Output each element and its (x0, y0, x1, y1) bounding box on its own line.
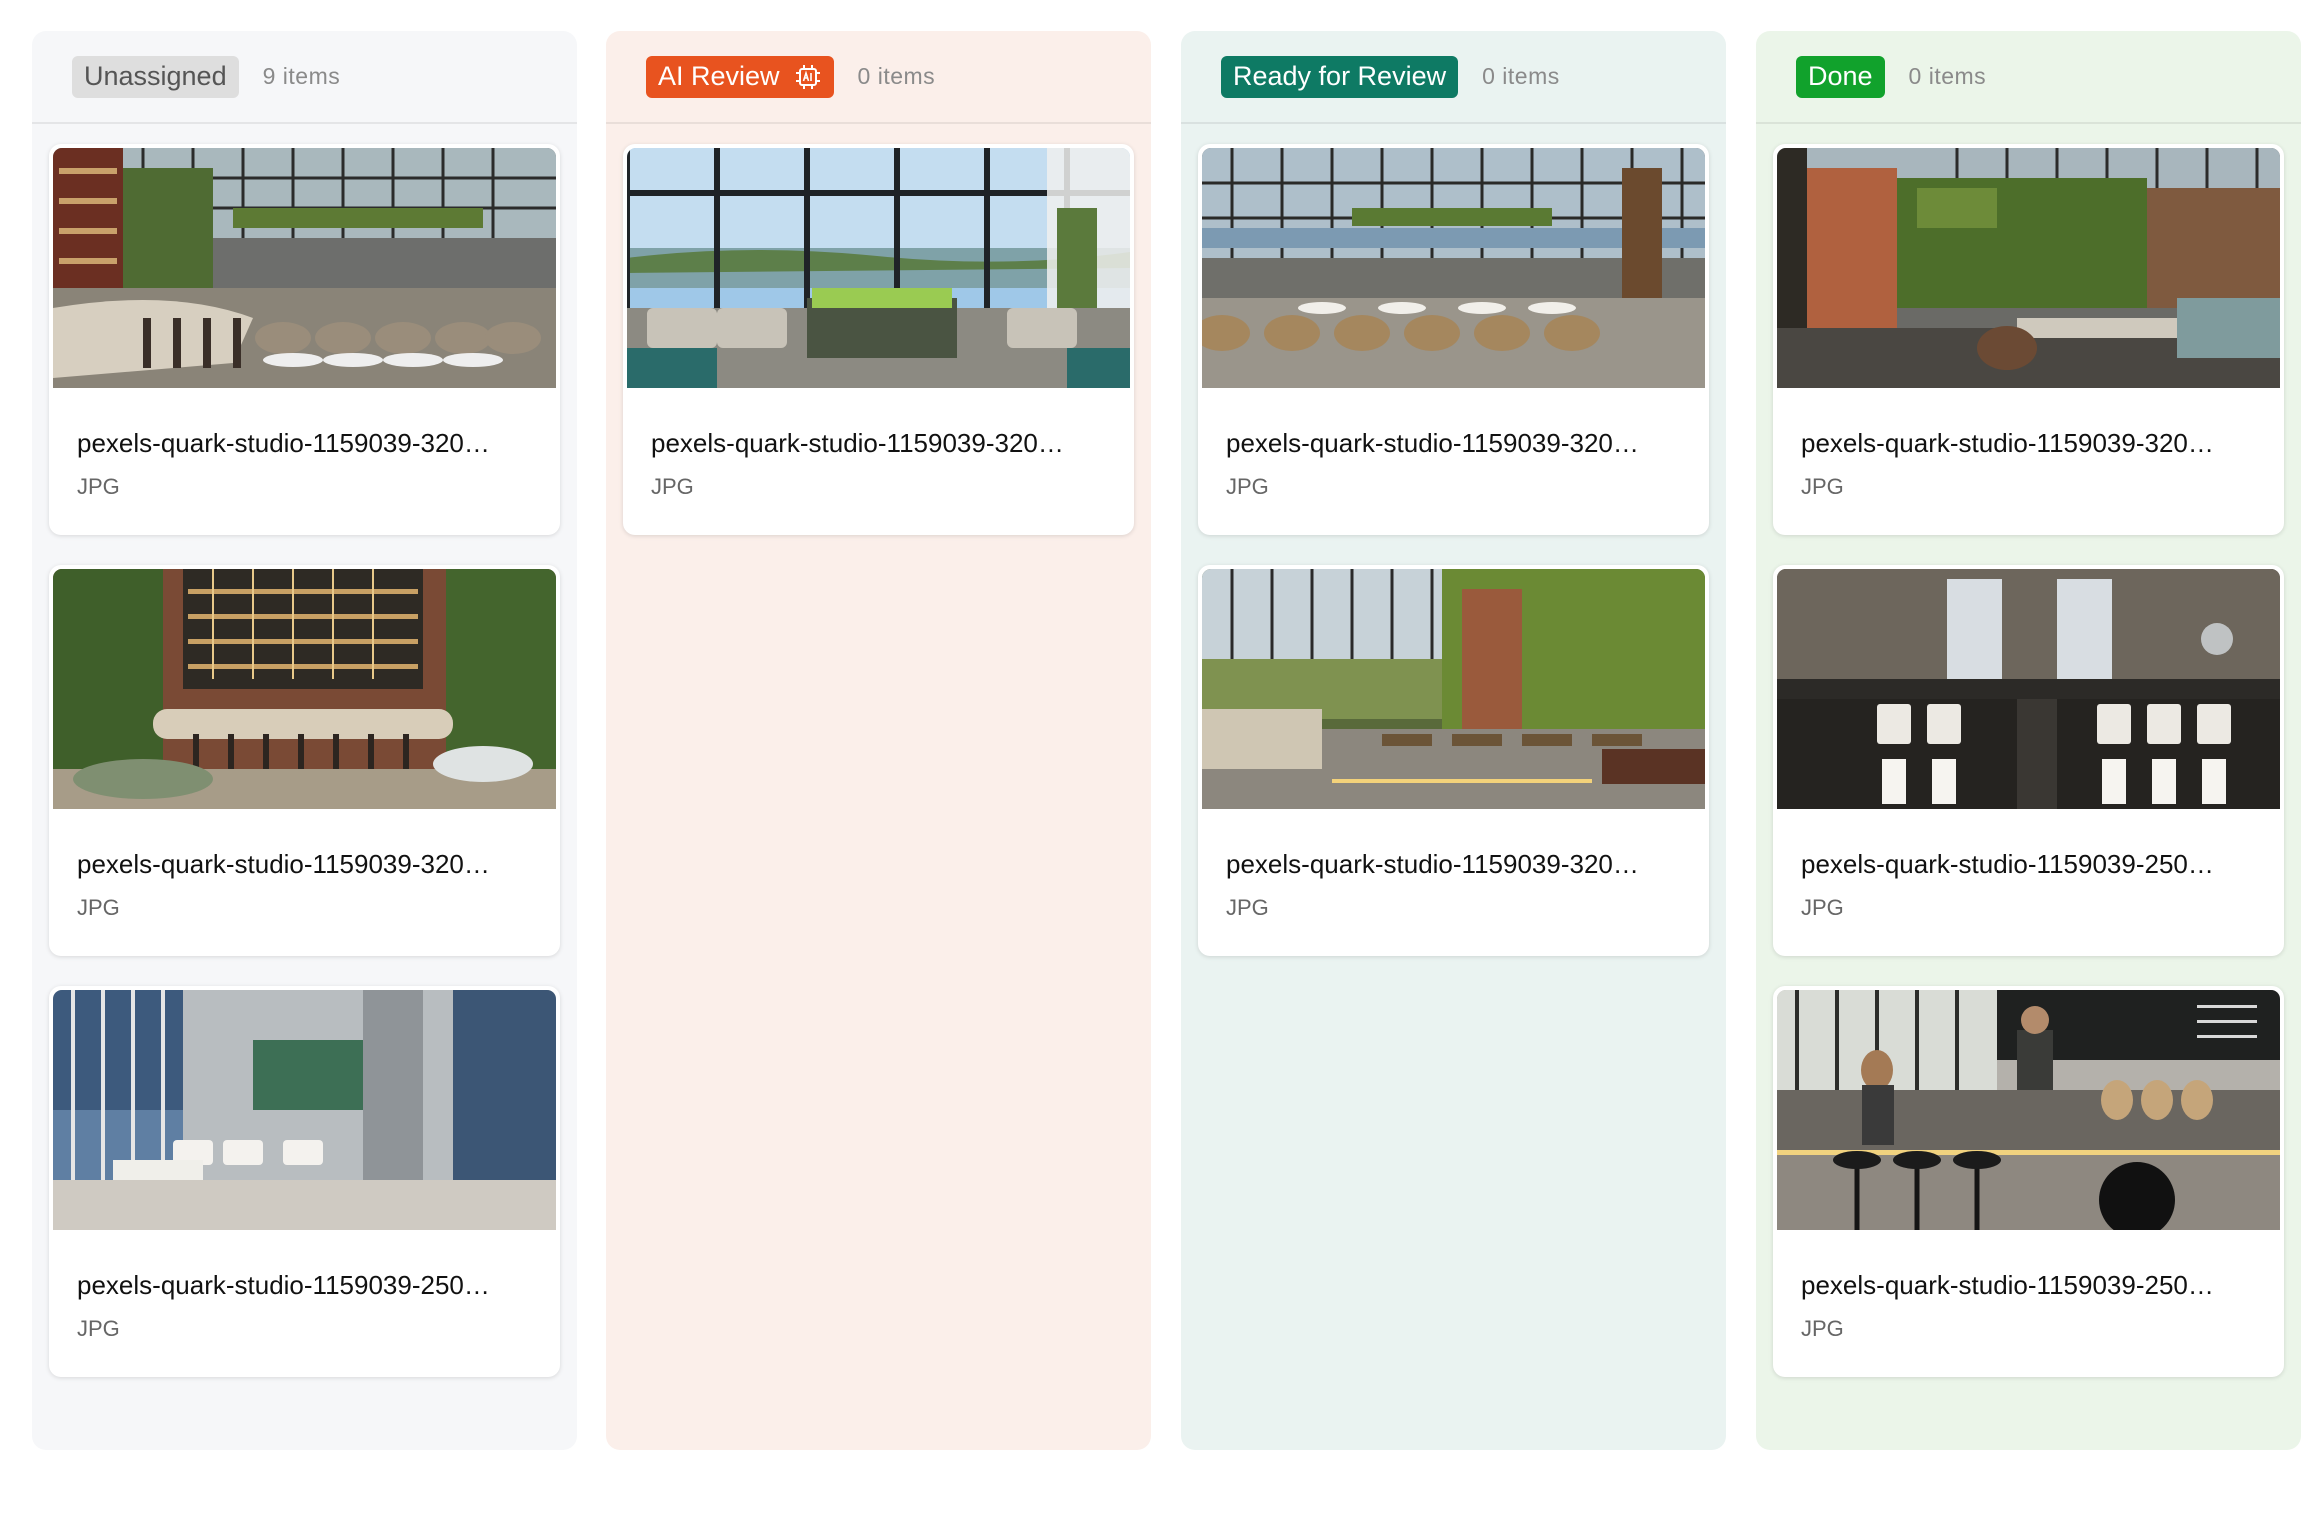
column-unassigned: Unassigned 9 items pexels-quark-studio-1… (32, 31, 577, 1450)
asset-filename: pexels-quark-studio-1159039-320… (1801, 428, 2214, 458)
status-label: Done (1808, 61, 1873, 91)
status-label: AI Review (658, 61, 780, 91)
item-count: 0 items (1908, 63, 1987, 89)
asset-card[interactable]: pexels-quark-studio-1159039-320… JPG (49, 144, 560, 535)
status-badge[interactable]: Done (1796, 55, 1885, 98)
kanban-board: Unassigned 9 items pexels-quark-studio-1… (0, 0, 2324, 1522)
asset-card[interactable]: pexels-quark-studio-1159039-320… JPG (1198, 144, 1709, 535)
asset-filename: pexels-quark-studio-1159039-250… (1801, 1270, 2214, 1300)
status-badge[interactable]: AI Review (646, 55, 834, 98)
asset-thumbnail (53, 148, 556, 388)
thumbnail-image (1202, 148, 1705, 388)
asset-card[interactable]: pexels-quark-studio-1159039-250… JPG (1773, 986, 2284, 1377)
asset-card[interactable]: pexels-quark-studio-1159039-320… JPG (623, 144, 1134, 535)
thumbnail-image (1777, 148, 2280, 388)
asset-thumbnail (1202, 569, 1705, 809)
asset-filetype: JPG (1226, 895, 1269, 920)
thumbnail-image (1777, 990, 2280, 1230)
column-ready-for-review: Ready for Review 0 items pexels-quark-st… (1181, 31, 1726, 1450)
asset-filetype: JPG (77, 1316, 120, 1341)
thumbnail-image (1202, 569, 1705, 809)
asset-filename: pexels-quark-studio-1159039-250… (77, 1270, 490, 1300)
column-header: Done 0 items (1756, 31, 2301, 124)
asset-thumbnail (1202, 148, 1705, 388)
thumbnail-image (53, 569, 556, 809)
column-done: Done 0 items pexels-quark-studio-1159039… (1756, 31, 2301, 1450)
asset-thumbnail (627, 148, 1130, 388)
asset-thumbnail (1777, 148, 2280, 388)
asset-filename: pexels-quark-studio-1159039-320… (77, 428, 490, 458)
asset-filetype: JPG (1801, 1316, 1844, 1341)
column-ai-review: AI Review 0 items pexels-quark-studio-11… (606, 31, 1151, 1450)
asset-filename: pexels-quark-studio-1159039-320… (1226, 428, 1639, 458)
asset-filename: pexels-quark-studio-1159039-320… (651, 428, 1064, 458)
status-label: Ready for Review (1233, 61, 1447, 91)
ai-chip-icon (794, 63, 822, 91)
asset-card[interactable]: pexels-quark-studio-1159039-250… JPG (49, 986, 560, 1377)
asset-thumbnail (1777, 990, 2280, 1230)
asset-card[interactable]: pexels-quark-studio-1159039-320… JPG (1198, 565, 1709, 956)
asset-thumbnail (1777, 569, 2280, 809)
asset-thumbnail (53, 990, 556, 1230)
asset-filetype: JPG (77, 895, 120, 920)
item-count: 9 items (262, 63, 341, 89)
status-badge[interactable]: Unassigned (72, 55, 239, 98)
column-header: Unassigned 9 items (32, 31, 577, 124)
asset-thumbnail (53, 569, 556, 809)
item-count: 0 items (1482, 63, 1560, 89)
thumbnail-image (53, 990, 556, 1230)
asset-filetype: JPG (1226, 474, 1269, 499)
asset-card[interactable]: pexels-quark-studio-1159039-320… JPG (49, 565, 560, 956)
column-header: AI Review 0 items (606, 31, 1151, 124)
thumbnail-image (1777, 569, 2280, 809)
item-count: 0 items (857, 63, 936, 89)
asset-filename: pexels-quark-studio-1159039-250… (1801, 849, 2214, 879)
thumbnail-image (627, 148, 1130, 388)
column-header: Ready for Review 0 items (1181, 31, 1726, 124)
asset-card[interactable]: pexels-quark-studio-1159039-320… JPG (1773, 144, 2284, 535)
status-badge[interactable]: Ready for Review (1221, 55, 1459, 98)
thumbnail-image (53, 148, 556, 388)
asset-filename: pexels-quark-studio-1159039-320… (77, 849, 490, 879)
asset-filetype: JPG (1801, 895, 1844, 920)
asset-filetype: JPG (77, 474, 120, 499)
status-label: Unassigned (84, 61, 227, 91)
asset-filetype: JPG (1801, 474, 1844, 499)
asset-card[interactable]: pexels-quark-studio-1159039-250… JPG (1773, 565, 2284, 956)
asset-filetype: JPG (651, 474, 694, 499)
asset-filename: pexels-quark-studio-1159039-320… (1226, 849, 1639, 879)
